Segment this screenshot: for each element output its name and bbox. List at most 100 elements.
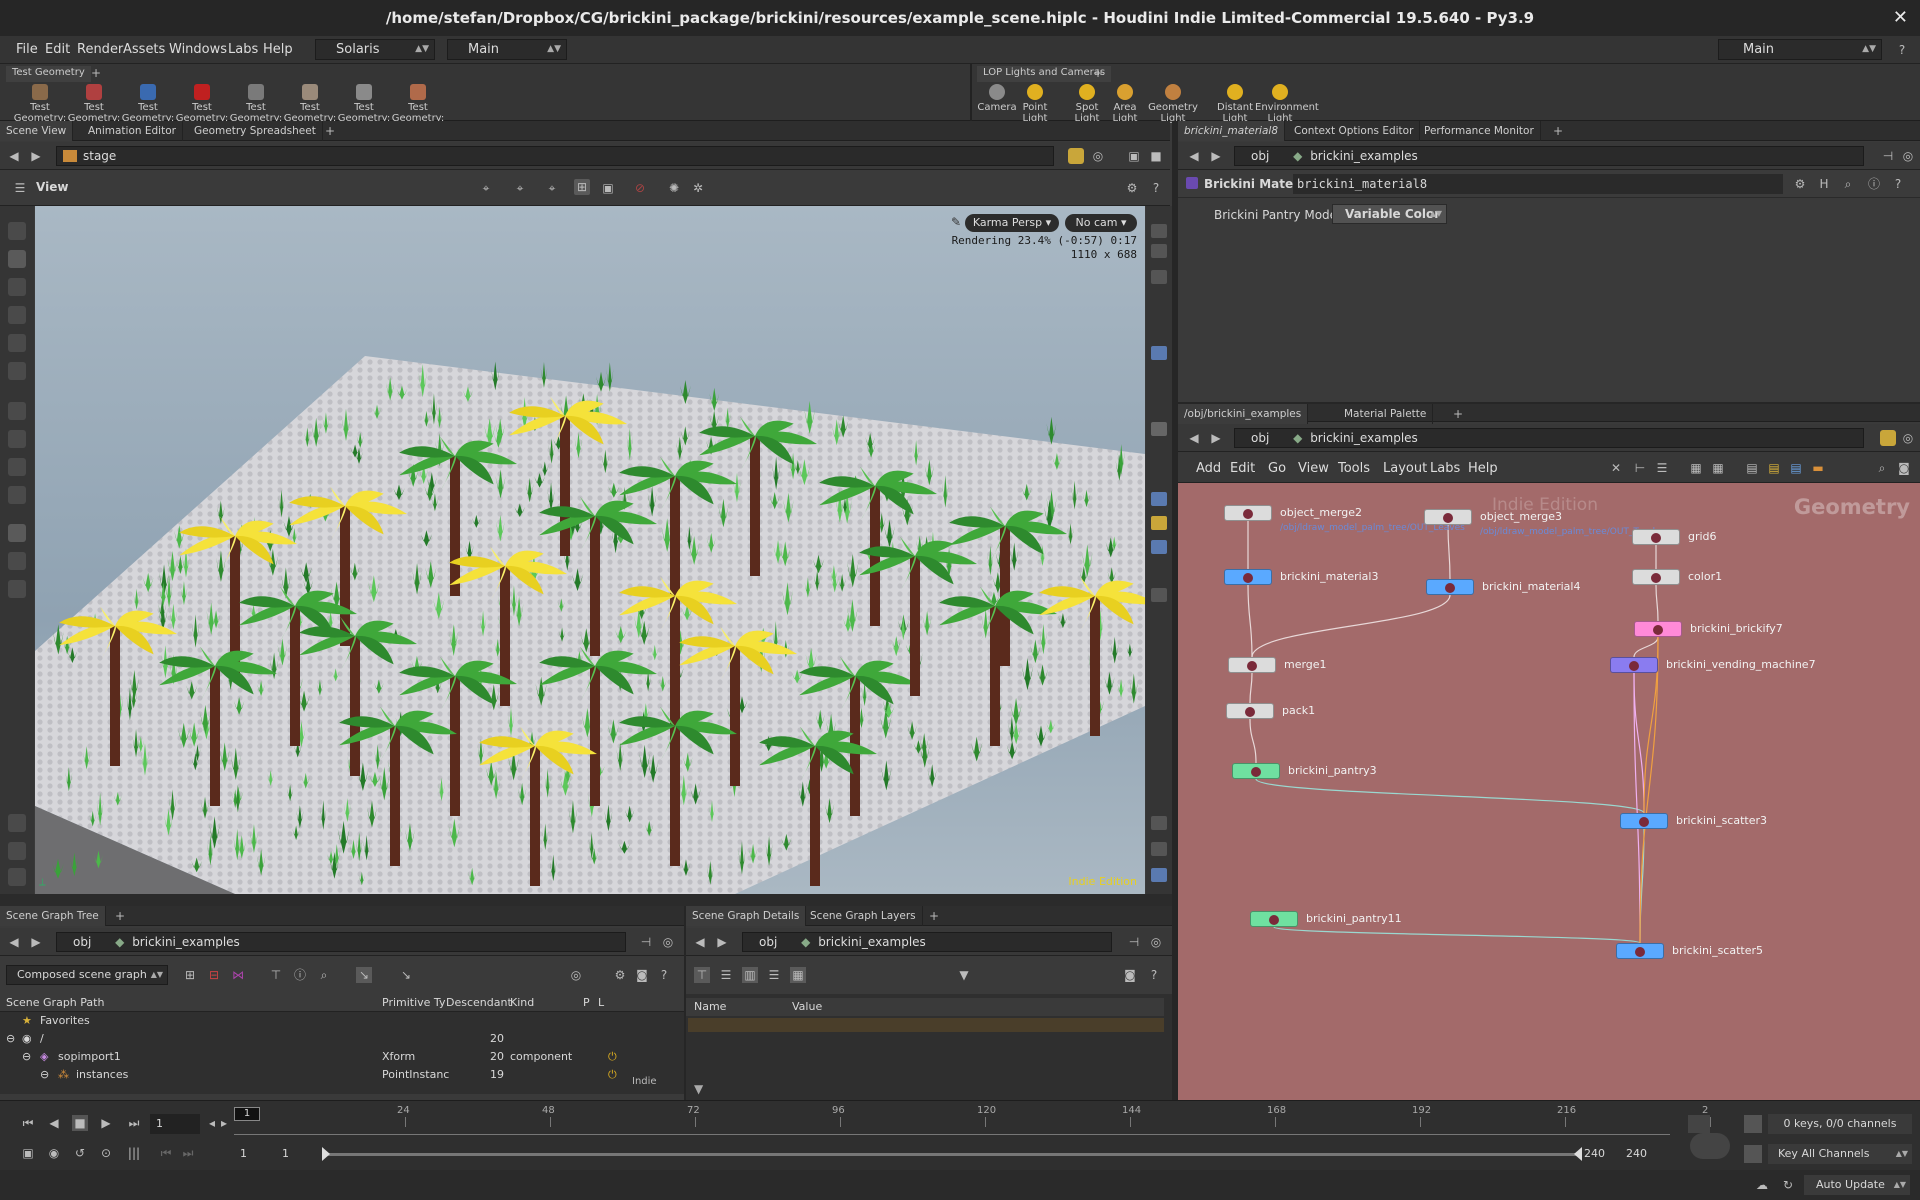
shelf-tool-test-geometry[interactable]: Test Geometry: C... — [12, 84, 68, 124]
pin-icon[interactable] — [1068, 148, 1084, 164]
current-frame-indicator[interactable]: 1 — [234, 1107, 260, 1121]
forward-arrow-icon[interactable]: ▶ — [28, 934, 44, 950]
pencil-icon[interactable]: ✎ — [951, 215, 961, 229]
details-row-selected[interactable] — [688, 1018, 1164, 1032]
lighting-icon[interactable]: ✺ — [666, 180, 682, 196]
tree-row[interactable]: ⊖ ◈ sopimport1 Xform 20 component ⏻ — [0, 1048, 684, 1066]
magnet-icon[interactable] — [8, 458, 26, 476]
shelf-tool-test-geometry[interactable]: Test Geometry: S... — [174, 84, 230, 124]
layout-icon[interactable] — [8, 868, 26, 886]
light-tool-icon[interactable] — [8, 402, 26, 420]
link-icon[interactable]: ◎ — [1900, 148, 1916, 164]
tab-scene-graph-details[interactable]: Scene Graph Details — [686, 906, 807, 926]
range-start[interactable]: 1 — [240, 1147, 247, 1160]
snap-icon[interactable] — [1151, 516, 1167, 530]
help-icon[interactable]: ? — [1148, 180, 1164, 196]
shelf-tool-distant-light[interactable]: Distant Light — [1210, 84, 1260, 124]
lock-icon[interactable] — [8, 250, 26, 268]
tab-performance-monitor[interactable]: Performance Monitor — [1418, 121, 1541, 141]
shelf-tool-test-geometry[interactable]: Test Geometry: T... — [390, 84, 446, 124]
node-brickini-scatter3[interactable] — [1620, 813, 1668, 829]
refresh-icon[interactable]: ↻ — [1780, 1177, 1796, 1193]
right-desktop-select[interactable]: Main ▲▼ — [1718, 39, 1882, 60]
viewport-3d[interactable]: No cam ▾ Karma Persp ▾ ✎ Rendering 23.4%… — [35, 206, 1157, 894]
tree-view-icon[interactable]: ⊤ — [694, 967, 710, 983]
net-menu-add[interactable]: Add — [1196, 461, 1221, 476]
menu-file[interactable]: File — [16, 42, 38, 57]
tab-scene-view[interactable]: Scene View — [0, 121, 74, 141]
forward-arrow-icon[interactable]: ▶ — [1208, 148, 1224, 164]
menu-render[interactable]: Render — [77, 42, 123, 57]
filter-icon[interactable]: ⋈ — [230, 967, 246, 983]
rotate-tool-icon[interactable] — [8, 306, 26, 324]
back-arrow-icon[interactable]: ◀ — [1186, 430, 1202, 446]
collection-icon[interactable]: ⊟ — [206, 967, 222, 983]
details-path-field[interactable]: obj ◆ brickini_examples — [742, 932, 1112, 952]
columns-icon[interactable]: ⊤ — [268, 967, 284, 983]
maximize-icon[interactable]: ■ — [1148, 148, 1164, 164]
stop-icon[interactable]: ⊘ — [632, 180, 648, 196]
forward-arrow-icon[interactable]: ▶ — [1208, 430, 1224, 446]
list-icon[interactable]: ☰ — [1654, 460, 1670, 476]
pin-icon[interactable] — [1880, 430, 1896, 446]
clock-icon[interactable]: ⊙ — [98, 1145, 114, 1161]
layers-icon[interactable]: ⊞ — [182, 967, 198, 983]
node-brickini-brickify7[interactable] — [1634, 621, 1682, 637]
info-icon[interactable] — [1151, 842, 1167, 856]
eye-icon[interactable] — [1151, 816, 1167, 830]
tab-geometry-spreadsheet[interactable]: Geometry Spreadsheet — [188, 121, 323, 141]
expand-icon[interactable]: ⊖ — [22, 1050, 31, 1063]
menu-edit[interactable]: Edit — [45, 42, 70, 57]
camera-icon[interactable]: ◙ — [634, 967, 650, 983]
viewport-icon[interactable]: ▣ — [20, 1145, 36, 1161]
range-slider[interactable] — [326, 1153, 1580, 1156]
pin-icon[interactable]: ⊣ — [1880, 148, 1896, 164]
filter-icon[interactable]: ▼ — [694, 1082, 703, 1096]
pin-icon[interactable]: ⊣ — [1126, 934, 1142, 950]
back-arrow-icon[interactable]: ◀ — [1186, 148, 1202, 164]
tree-row[interactable]: ⊖ ◉ / 20 — [0, 1030, 684, 1048]
view-tool-icon[interactable] — [8, 524, 26, 542]
range-handle-left[interactable] — [322, 1147, 330, 1161]
node-brickini-scatter5[interactable] — [1616, 943, 1664, 959]
help-italic-icon[interactable]: H — [1816, 176, 1832, 192]
link-icon[interactable]: ◎ — [660, 934, 676, 950]
net-menu-tools[interactable]: Tools — [1338, 461, 1370, 476]
image-icon[interactable]: ▤ — [1788, 460, 1804, 476]
loop-icon[interactable]: ↺ — [72, 1145, 88, 1161]
node-name-field[interactable]: brickini_material8 — [1293, 174, 1783, 194]
light-icon[interactable] — [1151, 346, 1167, 360]
network-path-field[interactable]: obj ◆ brickini_examples — [1234, 428, 1864, 448]
shelf-tool-area-light[interactable]: Area Light — [1100, 84, 1150, 124]
node-grid6[interactable] — [1632, 529, 1680, 545]
net-menu-help[interactable]: Help — [1468, 461, 1498, 476]
search-icon[interactable]: ⌕ — [1840, 176, 1856, 192]
node-pack1[interactable] — [1226, 703, 1274, 719]
step-forward-icon[interactable]: ▸ — [216, 1115, 232, 1131]
play-icon[interactable]: ▶ — [98, 1115, 114, 1131]
tree-row[interactable]: ★ Favorites — [0, 1012, 684, 1030]
snapshot-icon[interactable]: ✲ — [690, 180, 706, 196]
node-brickini-material4[interactable] — [1426, 579, 1474, 595]
search-icon[interactable]: ⌕ — [316, 967, 332, 983]
visibility-icon[interactable]: ⏻ — [608, 1050, 617, 1064]
layout-icon[interactable] — [1151, 868, 1167, 882]
back-arrow-icon[interactable]: ◀ — [6, 148, 22, 164]
pane-layout-icon[interactable]: ▣ — [1126, 148, 1142, 164]
range-start-2[interactable]: 1 — [282, 1147, 289, 1160]
gear-icon[interactable]: ⚙ — [612, 967, 628, 983]
rows-icon[interactable]: ☰ — [766, 967, 782, 983]
shelf-tool-geometry-light[interactable]: Geometry Light — [1148, 84, 1198, 124]
select-tool-icon[interactable] — [8, 222, 26, 240]
render-icon[interactable] — [1151, 492, 1167, 506]
snap-icon[interactable]: ⌖ — [478, 180, 494, 196]
net-menu-go[interactable]: Go — [1268, 461, 1286, 476]
net-menu-layout[interactable]: Layout — [1383, 461, 1427, 476]
scene-graph-path-field[interactable]: obj ◆ brickini_examples — [56, 932, 626, 952]
step-back-icon[interactable]: ◀ — [46, 1115, 62, 1131]
camera-menu[interactable]: No cam ▾ — [1065, 214, 1137, 232]
net-menu-edit[interactable]: Edit — [1230, 461, 1255, 476]
channel-icon[interactable] — [1744, 1115, 1762, 1133]
node-object-merge3[interactable] — [1424, 509, 1472, 525]
lock-icon[interactable] — [1151, 270, 1167, 284]
